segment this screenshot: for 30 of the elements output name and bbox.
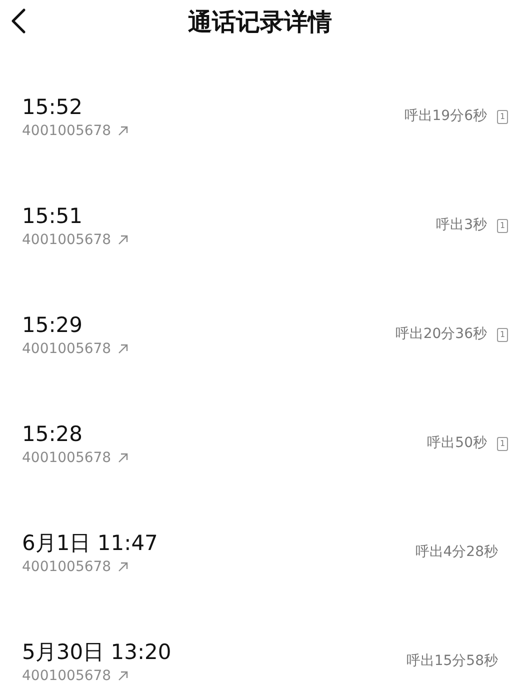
call-duration: 呼出19分6秒 — [404, 107, 487, 126]
call-duration: 呼出15分58秒 — [406, 652, 498, 671]
back-icon[interactable] — [10, 8, 26, 34]
outgoing-arrow-icon — [118, 670, 128, 680]
page-title: 通话记录详情 — [188, 7, 332, 38]
call-time: 15:28 — [22, 420, 84, 448]
outgoing-arrow-icon — [118, 234, 128, 244]
sim-card-icon: 1 — [497, 328, 508, 342]
outgoing-arrow-icon — [118, 452, 128, 462]
phone-number: 4001005678 — [22, 122, 112, 140]
call-time: 15:52 — [22, 94, 84, 120]
sim-card-icon: 1 — [497, 436, 508, 450]
phone-number: 4001005678 — [22, 230, 112, 250]
outgoing-arrow-icon — [118, 126, 128, 136]
call-duration: 呼出20分36秒 — [395, 325, 487, 344]
call-time: 6月1日 11:47 — [22, 530, 158, 556]
call-duration: 呼出3秒 — [436, 216, 487, 235]
call-time: 5月30日 13:20 — [22, 638, 172, 666]
call-duration: 呼出4分28秒 — [415, 543, 498, 562]
phone-number: 4001005678 — [22, 666, 112, 686]
call-time: 15:29 — [22, 312, 84, 338]
outgoing-arrow-icon — [118, 562, 128, 572]
outgoing-arrow-icon — [118, 344, 128, 354]
sim-card-icon: 1 — [497, 218, 508, 232]
call-time: 15:51 — [22, 202, 84, 230]
sim-card-icon: 1 — [497, 110, 508, 124]
phone-number: 4001005678 — [22, 448, 112, 468]
call-duration: 呼出50秒 — [427, 434, 487, 453]
phone-number: 4001005678 — [22, 558, 112, 576]
phone-number: 4001005678 — [22, 340, 112, 358]
